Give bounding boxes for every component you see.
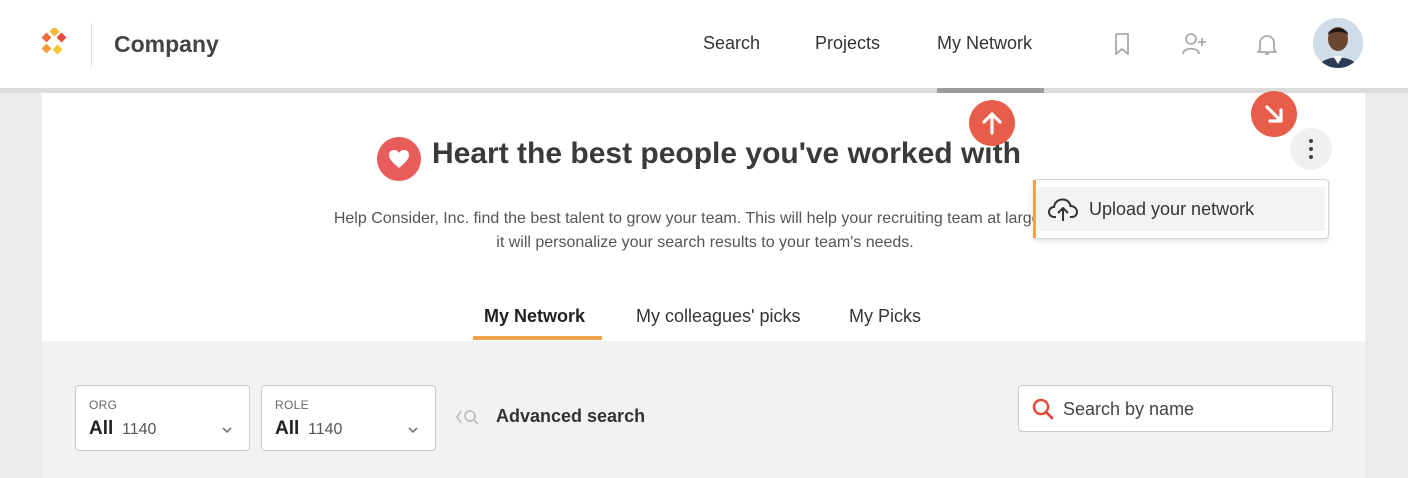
upload-network-label: Upload your network xyxy=(1089,199,1255,219)
chevron-down-icon xyxy=(222,427,232,434)
dot xyxy=(1309,147,1313,151)
bookmark-icon[interactable] xyxy=(1108,30,1136,58)
role-select-label: ROLE xyxy=(275,398,309,412)
tab-my-network[interactable]: My Network xyxy=(484,306,585,327)
nav-my-network[interactable]: My Network xyxy=(937,33,1032,54)
logo-divider xyxy=(91,23,92,67)
role-select[interactable]: ROLE All 1140 xyxy=(261,385,436,451)
org-select-label: ORG xyxy=(89,398,118,412)
role-select-count: 1140 xyxy=(308,421,343,438)
tab-active-underline xyxy=(473,336,602,340)
nav-search[interactable]: Search xyxy=(703,33,760,54)
more-options-button[interactable] xyxy=(1290,128,1332,170)
tab-colleagues-picks[interactable]: My colleagues' picks xyxy=(636,306,801,327)
nav-projects[interactable]: Projects xyxy=(815,33,880,54)
chevron-down-icon xyxy=(408,427,418,434)
arrow-down-right-marker xyxy=(1251,91,1297,137)
org-select-count: 1140 xyxy=(122,421,157,438)
role-select-value: All xyxy=(275,418,300,439)
org-select[interactable]: ORG All 1140 xyxy=(75,385,250,451)
arrow-down-right-icon xyxy=(1265,105,1283,123)
heart-badge xyxy=(377,137,421,181)
arrow-up-icon xyxy=(982,112,1002,135)
menu-accent xyxy=(1033,180,1036,238)
page-title: Heart the best people you've worked with xyxy=(432,137,1021,170)
search-by-name-input[interactable] xyxy=(1063,397,1323,421)
cloud-upload-icon xyxy=(1047,198,1079,221)
page-description: Help Consider, Inc. find the best talent… xyxy=(333,210,1077,251)
bell-icon[interactable] xyxy=(1253,30,1281,58)
org-select-value: All xyxy=(89,418,114,439)
arrow-up-marker xyxy=(969,100,1015,146)
company-name[interactable]: Company xyxy=(114,31,219,58)
advanced-search-icon[interactable] xyxy=(455,408,483,426)
add-user-icon[interactable] xyxy=(1180,30,1208,58)
company-logo-icon[interactable] xyxy=(40,28,70,58)
avatar[interactable] xyxy=(1313,18,1363,68)
avatar-image xyxy=(1313,18,1363,68)
dot xyxy=(1309,155,1313,159)
tab-my-picks[interactable]: My Picks xyxy=(849,306,921,327)
dot xyxy=(1309,139,1313,143)
advanced-search-link[interactable]: Advanced search xyxy=(496,406,645,427)
heart-icon xyxy=(389,150,409,168)
search-icon xyxy=(1032,398,1054,420)
